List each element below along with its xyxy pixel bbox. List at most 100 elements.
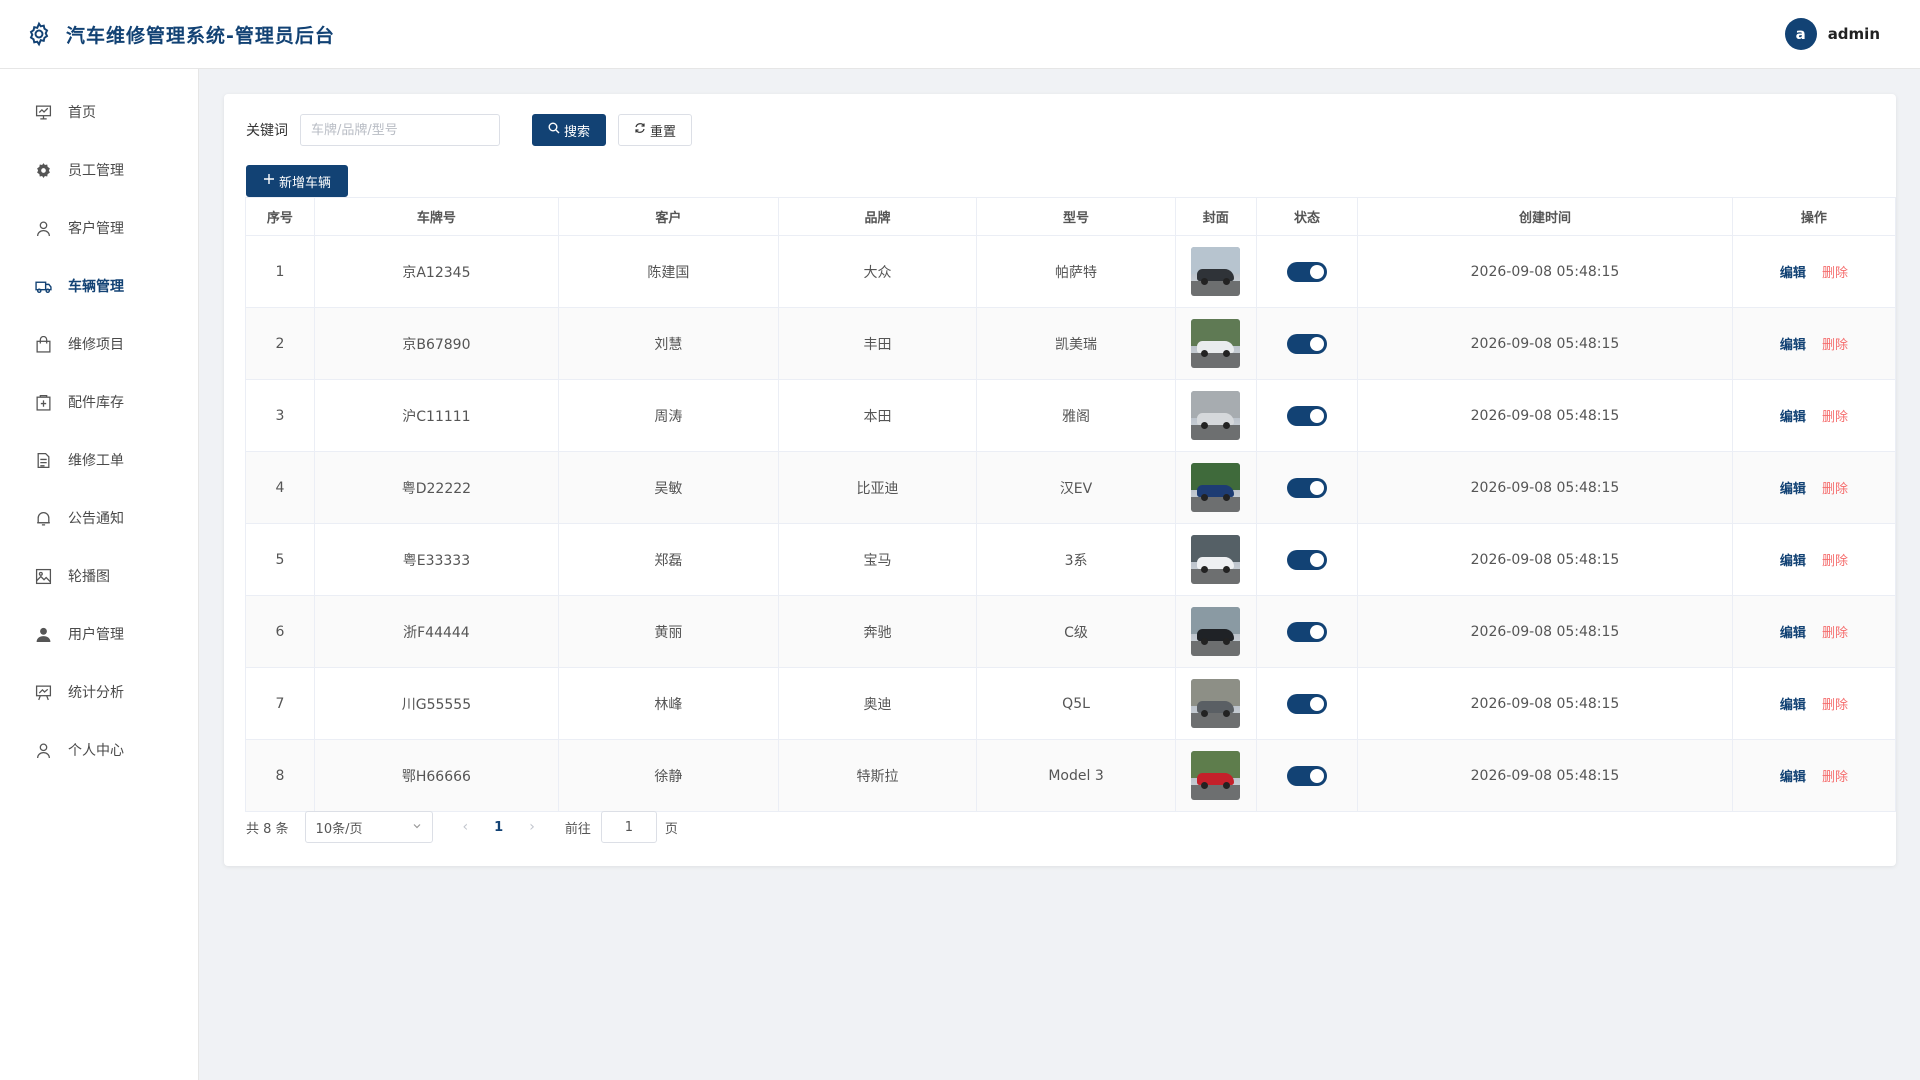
delete-button[interactable]: 删除	[1822, 554, 1848, 569]
table-row: 1 京A12345 陈建国 大众 帕萨特 2026-09-08 05:48:15 编辑 删除	[245, 235, 1897, 308]
brand-cell: 大众	[777, 235, 978, 308]
row-index: 3	[245, 379, 315, 452]
sidebar-item-4[interactable]: 车辆管理	[0, 257, 198, 315]
page-number-current[interactable]: 1	[494, 820, 503, 835]
customer-cell: 林峰	[557, 667, 779, 740]
delete-button[interactable]: 删除	[1822, 626, 1848, 641]
sidebar-item-8[interactable]: 公告通知	[0, 489, 198, 547]
edit-button[interactable]: 编辑	[1780, 554, 1806, 569]
reset-button[interactable]: 重置	[618, 114, 692, 146]
next-page-icon[interactable]: ›	[529, 819, 535, 835]
column-header: 客户	[557, 197, 779, 236]
edit-button[interactable]: 编辑	[1780, 266, 1806, 281]
dashboard-icon	[35, 104, 52, 121]
prev-page-icon[interactable]: ‹	[463, 819, 469, 835]
row-index: 4	[245, 451, 315, 524]
user-menu[interactable]: a admin	[1784, 18, 1880, 50]
delete-button[interactable]: 删除	[1822, 338, 1848, 353]
edit-button[interactable]: 编辑	[1780, 698, 1806, 713]
column-header: 型号	[976, 197, 1176, 236]
customer-cell: 郑磊	[557, 523, 779, 596]
brand-cell: 本田	[777, 379, 978, 452]
status-toggle[interactable]	[1286, 333, 1327, 354]
actions-cell: 编辑 删除	[1731, 379, 1897, 452]
sidebar-item-label: 统计分析	[68, 685, 124, 701]
model-cell: Q5L	[976, 667, 1176, 740]
cover-cell	[1174, 595, 1257, 668]
sidebar-item-2[interactable]: 员工管理	[0, 141, 198, 199]
sidebar-item-7[interactable]: 维修工单	[0, 431, 198, 489]
plate-cell: 京B67890	[313, 307, 559, 380]
edit-button[interactable]: 编辑	[1780, 410, 1806, 425]
cover-cell	[1174, 667, 1257, 740]
car-cover-image[interactable]	[1191, 679, 1241, 728]
actions-cell: 编辑 删除	[1731, 235, 1897, 308]
edit-button[interactable]: 编辑	[1780, 482, 1806, 497]
brand-cell: 特斯拉	[777, 739, 978, 812]
car-cover-image[interactable]	[1191, 751, 1241, 800]
model-cell: C级	[976, 595, 1176, 668]
sidebar-item-3[interactable]: 客户管理	[0, 199, 198, 257]
plate-cell: 粤D22222	[313, 451, 559, 524]
delete-button[interactable]: 删除	[1822, 266, 1848, 281]
table-row: 6 浙F44444 黄丽 奔驰 C级 2026-09-08 05:48:15 编辑 删除	[245, 595, 1897, 668]
car-cover-image[interactable]	[1191, 607, 1241, 656]
sidebar-item-label: 轮播图	[68, 569, 110, 585]
cover-cell	[1174, 523, 1257, 596]
sidebar-item-10[interactable]: 用户管理	[0, 605, 198, 663]
cover-cell	[1174, 307, 1257, 380]
delete-button[interactable]: 删除	[1822, 770, 1848, 785]
status-toggle[interactable]	[1286, 261, 1327, 282]
column-header: 操作	[1731, 197, 1897, 236]
status-toggle[interactable]	[1286, 621, 1327, 642]
status-toggle[interactable]	[1286, 693, 1327, 714]
sidebar-item-9[interactable]: 轮播图	[0, 547, 198, 605]
goto-page-input[interactable]	[600, 811, 657, 843]
search-button[interactable]: 搜索	[532, 114, 606, 146]
status-toggle[interactable]	[1286, 549, 1327, 570]
plate-cell: 浙F44444	[313, 595, 559, 668]
chart-board-icon	[35, 684, 52, 701]
avatar[interactable]: a	[1784, 18, 1817, 50]
sidebar-item-11[interactable]: 统计分析	[0, 663, 198, 721]
brand-cell: 奥迪	[777, 667, 978, 740]
status-toggle[interactable]	[1286, 765, 1327, 786]
car-cover-image[interactable]	[1191, 247, 1241, 296]
cover-cell	[1174, 451, 1257, 524]
created-time-cell: 2026-09-08 05:48:15	[1357, 307, 1733, 380]
page-suffix: 页	[664, 821, 678, 837]
car-cover-image[interactable]	[1191, 463, 1241, 512]
car-cover-image[interactable]	[1191, 319, 1241, 368]
edit-button[interactable]: 编辑	[1780, 338, 1806, 353]
page-size-select[interactable]: 10条/页	[304, 811, 433, 843]
search-button-label: 搜索	[563, 124, 590, 140]
car-cover-image[interactable]	[1191, 535, 1241, 584]
username[interactable]: admin	[1828, 25, 1880, 43]
sidebar-item-5[interactable]: 维修项目	[0, 315, 198, 373]
sidebar-item-6[interactable]: 配件库存	[0, 373, 198, 431]
delete-button[interactable]: 删除	[1822, 482, 1848, 497]
table-row: 4 粤D22222 吴敏 比亚迪 汉EV 2026-09-08 05:48:15 编辑 删除	[245, 451, 1897, 524]
brand-cell: 宝马	[777, 523, 978, 596]
person-icon	[35, 742, 52, 759]
sidebar-item-12[interactable]: 个人中心	[0, 721, 198, 779]
gear-icon	[26, 21, 52, 47]
delete-button[interactable]: 删除	[1822, 410, 1848, 425]
status-cell	[1255, 379, 1359, 452]
bell-icon	[35, 510, 52, 527]
car-cover-image[interactable]	[1191, 391, 1241, 440]
keyword-input[interactable]	[300, 114, 500, 146]
plate-cell: 鄂H66666	[313, 739, 559, 812]
total-count: 共 8 条	[246, 821, 289, 837]
search-bar: 关键词 搜索 重置	[246, 114, 692, 146]
add-vehicle-button[interactable]: 新增车辆	[246, 165, 348, 197]
created-time-cell: 2026-09-08 05:48:15	[1357, 235, 1733, 308]
edit-button[interactable]: 编辑	[1780, 770, 1806, 785]
row-index: 1	[245, 235, 315, 308]
sidebar-item-1[interactable]: 首页	[0, 83, 198, 141]
status-toggle[interactable]	[1286, 405, 1327, 426]
status-toggle[interactable]	[1286, 477, 1327, 498]
edit-button[interactable]: 编辑	[1780, 626, 1806, 641]
brand-cell: 比亚迪	[777, 451, 978, 524]
delete-button[interactable]: 删除	[1822, 698, 1848, 713]
